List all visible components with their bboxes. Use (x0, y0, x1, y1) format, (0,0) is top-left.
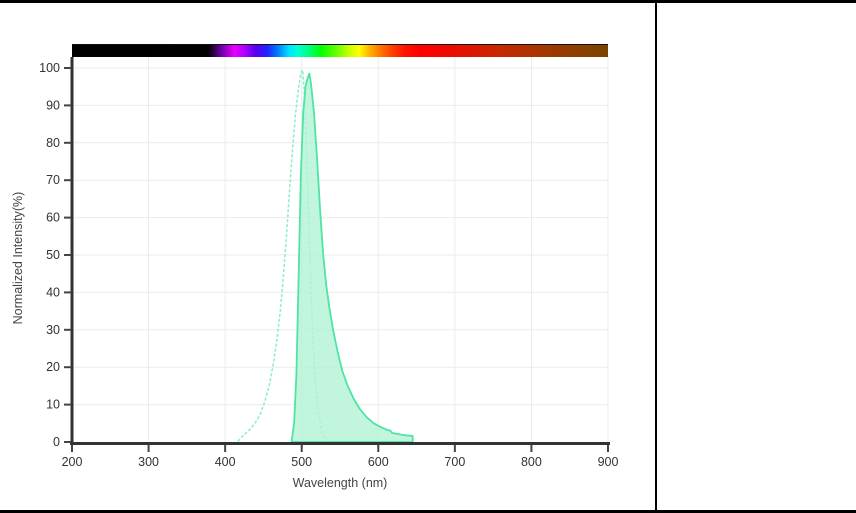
y-tick-label: 80 (46, 136, 60, 150)
y-tick-label: 70 (46, 173, 60, 187)
x-tick-label: 800 (521, 455, 542, 469)
x-tick-label: 700 (444, 455, 465, 469)
y-tick-label: 60 (46, 211, 60, 225)
y-tick-label: 20 (46, 360, 60, 374)
x-tick-label: 600 (368, 455, 389, 469)
y-tick-label: 50 (46, 248, 60, 262)
spectra-viewer: 200 300 400 500 600 700 800 900 0 10 20 30 40 50 60 70 8… (0, 0, 856, 513)
spectrum-chart-svg: 200 300 400 500 600 700 800 900 0 10 20 30 40 50 60 70 8… (11, 44, 619, 490)
x-tick-label: 200 (62, 455, 83, 469)
y-tick-label: 10 (46, 398, 60, 412)
x-tick-label: 300 (138, 455, 159, 469)
wavelength-color-bar (72, 44, 608, 57)
frame-border-top (0, 0, 856, 3)
y-axis-title: Normalized Intensity(%) (11, 192, 25, 325)
x-tick-label: 500 (291, 455, 312, 469)
y-tick-label: 100 (39, 61, 60, 75)
emission-curve (290, 72, 414, 443)
y-tick-label: 90 (46, 98, 60, 112)
y-tick-label: 0 (53, 435, 60, 449)
x-tick-label: 900 (598, 455, 619, 469)
y-tick-label: 40 (46, 285, 60, 299)
x-tick-label: 400 (215, 455, 236, 469)
y-tick-label: 30 (46, 323, 60, 337)
x-axis-title: Wavelength (nm) (293, 476, 388, 490)
spectrum-chart[interactable]: 200 300 400 500 600 700 800 900 0 10 20 30 40 50 60 70 8… (0, 0, 656, 513)
info-panel: Cursor Location Wavelength (nm) 749.88 R… (657, 0, 856, 513)
